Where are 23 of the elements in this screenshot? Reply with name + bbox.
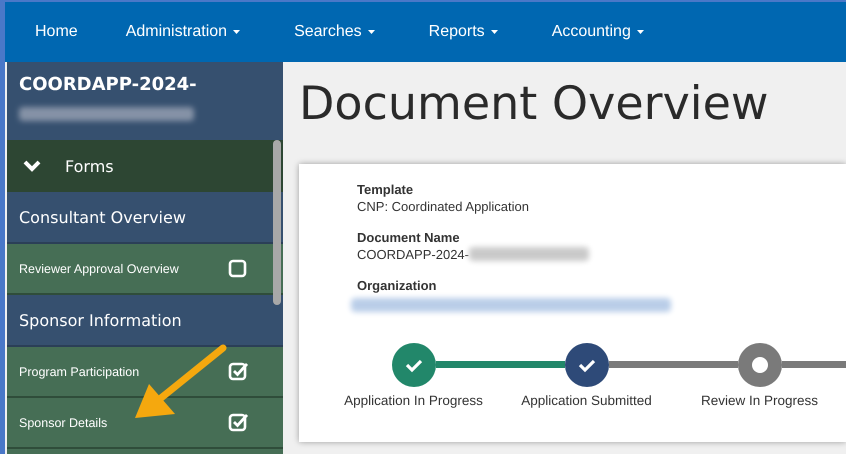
nav-link[interactable]: Administration [126,23,240,41]
nav-link[interactable]: Accounting [552,23,644,41]
caret-icon [368,30,375,34]
step-label: Application In Progress [344,393,483,408]
field-value: COORDAPP-2024- [357,246,469,262]
step-label: Review In Progress [700,393,818,408]
sidebar-section[interactable]: Consultant Overview [7,192,283,244]
caret-icon [636,30,644,34]
document-title: COORDAPP-2024- [19,74,198,95]
nav-link[interactable]: Searches [294,23,375,41]
scrollbar[interactable] [273,140,281,305]
sidebar-section[interactable]: Sponsor Information [7,295,283,347]
step-label: Application Submitted [521,393,652,408]
page-title: Document Overview [299,76,770,132]
field-label: Document Name [357,230,461,245]
caret-icon [233,30,240,34]
caret-icon [490,30,498,34]
field-label: Template [357,182,414,197]
field-value: CNP: Coordinated Application [357,198,529,214]
field-label: Organization [357,278,438,293]
forms-header[interactable]: Forms [7,140,283,192]
nav-link[interactable]: Home [35,23,78,41]
nav-link[interactable]: Reports [428,23,498,41]
